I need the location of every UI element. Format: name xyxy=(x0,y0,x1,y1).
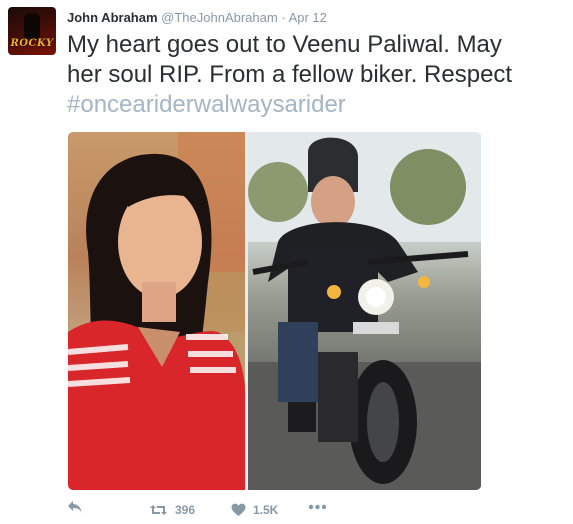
tweet-text-line-1: My heart goes out to Veenu Paliwal. May xyxy=(67,31,502,58)
tweet-text: My heart goes out to Veenu Paliwal. May h… xyxy=(67,30,557,120)
retweet-icon xyxy=(150,505,167,515)
retweet-count: 396 xyxy=(175,503,196,517)
header-separator: · xyxy=(281,10,286,25)
tweet-text-line-2: her soul RIP. From a fellow biker. Respe… xyxy=(67,61,513,88)
motorcycle-photo[interactable] xyxy=(248,132,481,490)
author-name[interactable]: John Abraham xyxy=(67,10,158,25)
avatar-logo-text: ROCKY xyxy=(10,38,54,49)
motorcycle-illustration xyxy=(248,132,481,490)
author-handle[interactable]: @TheJohnAbraham xyxy=(161,10,278,25)
portrait-illustration xyxy=(68,132,245,490)
retweet-button[interactable]: 396 xyxy=(149,500,195,520)
tweet-date[interactable]: Apr 12 xyxy=(289,10,327,25)
more-button[interactable] xyxy=(308,500,327,514)
reply-icon xyxy=(68,501,82,513)
avatar[interactable]: ROCKY xyxy=(8,7,56,55)
tweet-header: John Abraham @TheJohnAbraham · Apr 12 xyxy=(67,9,327,27)
more-icon xyxy=(308,504,327,510)
tweet-media[interactable] xyxy=(68,132,481,490)
reply-button[interactable] xyxy=(67,500,83,514)
avatar-figure xyxy=(24,13,40,39)
hashtag-link[interactable]: #onceariderwalwaysarider xyxy=(67,91,346,118)
like-button[interactable]: 1.5K xyxy=(231,500,278,520)
heart-icon xyxy=(231,503,246,516)
like-count: 1.5K xyxy=(253,503,279,517)
portrait-photo[interactable] xyxy=(68,132,245,490)
